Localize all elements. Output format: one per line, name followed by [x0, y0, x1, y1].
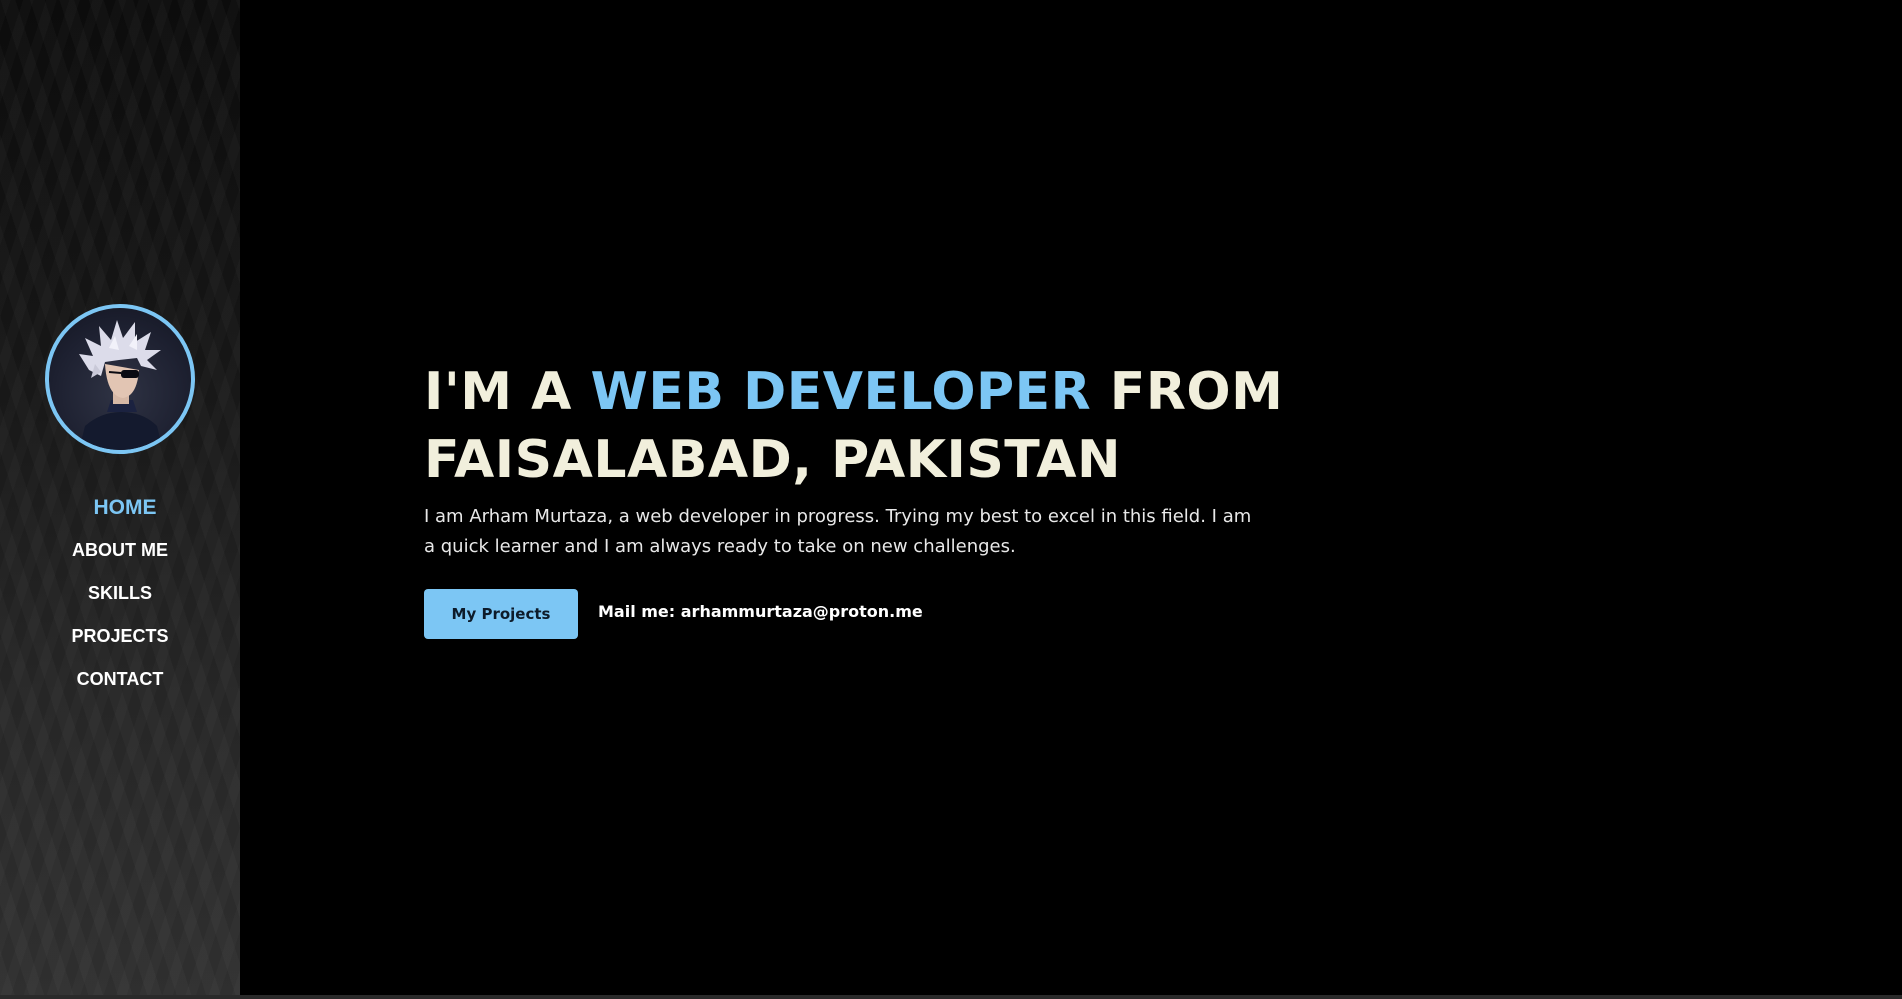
main-nav: HOME ABOUT ME SKILLS PROJECTS CONTACT — [0, 486, 240, 701]
anime-avatar-icon — [79, 320, 163, 450]
hero-actions: My Projects Mail me: arhammurtaza@proton… — [424, 589, 1304, 639]
headline-prefix: I'M A — [424, 362, 591, 422]
sidebar: HOME ABOUT ME SKILLS PROJECTS CONTACT — [0, 0, 240, 995]
hero-section: I'M A WEB DEVELOPER FROM FAISALABAD, PAK… — [424, 358, 1304, 639]
my-projects-button[interactable]: My Projects — [424, 589, 578, 639]
nav-item-contact[interactable]: CONTACT — [0, 658, 240, 701]
mail-contact: Mail me: arhammurtaza@proton.me — [598, 601, 923, 621]
bottom-divider — [0, 995, 1902, 999]
profile-avatar — [45, 304, 195, 454]
headline-accent: WEB DEVELOPER — [590, 362, 1092, 422]
nav-item-projects[interactable]: PROJECTS — [0, 615, 240, 658]
portfolio-page: HOME ABOUT ME SKILLS PROJECTS CONTACT I'… — [0, 0, 1902, 999]
hero-headline: I'M A WEB DEVELOPER FROM FAISALABAD, PAK… — [424, 358, 1304, 494]
hero-intro: I am Arham Murtaza, a web developer in p… — [424, 506, 1252, 557]
nav-item-about-me[interactable]: ABOUT ME — [0, 529, 240, 572]
nav-item-home[interactable]: HOME — [0, 486, 240, 529]
nav-item-skills[interactable]: SKILLS — [0, 572, 240, 615]
